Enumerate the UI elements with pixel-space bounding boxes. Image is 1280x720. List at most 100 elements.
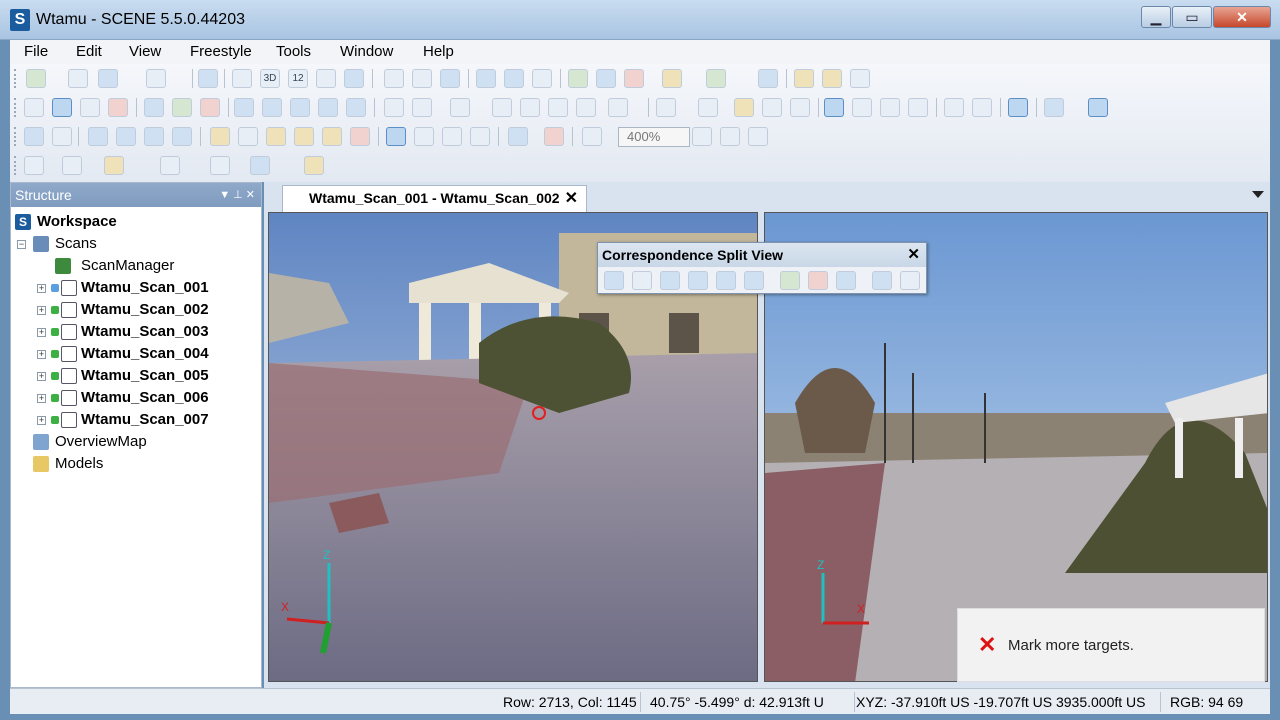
eraser-2-icon[interactable]: [544, 127, 564, 146]
menu-tools[interactable]: Tools: [276, 43, 311, 60]
eraser-icon[interactable]: [108, 98, 128, 117]
clipboard-icon[interactable]: [608, 98, 628, 117]
orbit-icon[interactable]: [412, 98, 432, 117]
selection-mode-intersect-icon[interactable]: [470, 127, 490, 146]
menu-file[interactable]: File: [24, 43, 48, 60]
chart-icon[interactable]: [304, 156, 324, 175]
select-view-icon[interactable]: [24, 127, 44, 146]
print-icon[interactable]: [146, 69, 166, 88]
earth-icon[interactable]: [52, 98, 72, 117]
expand-scan-toggle[interactable]: +: [37, 284, 46, 293]
move-icon[interactable]: [900, 271, 920, 290]
document-icon[interactable]: [698, 98, 718, 117]
page-export-icon[interactable]: [748, 127, 768, 146]
expand-scan-toggle[interactable]: +: [37, 372, 46, 381]
app-icon[interactable]: S: [10, 9, 30, 31]
cloud-upload-icon[interactable]: [596, 69, 616, 88]
export-image-icon[interactable]: [576, 98, 596, 117]
image-view-icon[interactable]: [344, 69, 364, 88]
help-icon[interactable]: [198, 69, 218, 88]
search-icon[interactable]: [412, 69, 432, 88]
select-points-icon[interactable]: [632, 271, 652, 290]
table-icon[interactable]: [944, 98, 964, 117]
pick-point-icon[interactable]: [744, 271, 764, 290]
zoom-out-icon[interactable]: [692, 127, 712, 146]
pick-sphere-icon[interactable]: [88, 127, 108, 146]
check-icon[interactable]: [836, 271, 856, 290]
toolbar-grip[interactable]: [14, 156, 17, 175]
cloud-arrow-icon[interactable]: [568, 69, 588, 88]
flags-icon[interactable]: [762, 98, 782, 117]
cube-side-icon[interactable]: [290, 98, 310, 117]
menu-freestyle[interactable]: Freestyle: [190, 43, 252, 60]
check-flags-icon[interactable]: [790, 98, 810, 117]
view-3d-icon[interactable]: 3D: [260, 69, 280, 88]
pick-plane-icon[interactable]: [688, 271, 708, 290]
expand-scan-toggle[interactable]: +: [37, 416, 46, 425]
cube-iso-icon[interactable]: [346, 98, 366, 117]
menu-view[interactable]: View: [129, 43, 161, 60]
path-icon[interactable]: [492, 98, 512, 117]
globe-icon[interactable]: [758, 69, 778, 88]
register-icon[interactable]: [706, 69, 726, 88]
dot-grid-4-icon[interactable]: [908, 98, 928, 117]
calendar-icon[interactable]: [476, 69, 496, 88]
home-icon[interactable]: [316, 69, 336, 88]
new-workspace-icon[interactable]: [26, 69, 46, 88]
panel-controls[interactable]: ▼ ⊥ ✕: [219, 183, 255, 207]
select-points-icon[interactable]: [52, 127, 72, 146]
table-empty-icon[interactable]: [972, 98, 992, 117]
process-green-icon[interactable]: [172, 98, 192, 117]
ellipse-select-icon[interactable]: [322, 127, 342, 146]
select-view-icon[interactable]: [604, 271, 624, 290]
expand-scan-toggle[interactable]: +: [37, 306, 46, 315]
save-icon[interactable]: [98, 69, 118, 88]
image-tool-icon[interactable]: [104, 156, 124, 175]
rectangle-select-icon[interactable]: [210, 127, 230, 146]
pipette-icon[interactable]: [850, 69, 870, 88]
camera-icon[interactable]: [450, 98, 470, 117]
grid-icon[interactable]: [656, 98, 676, 117]
scanner-icon[interactable]: [250, 156, 270, 175]
toolbar-grip[interactable]: [14, 127, 17, 146]
menu-help[interactable]: Help: [423, 43, 454, 60]
layers-icon[interactable]: [532, 69, 552, 88]
report-icon[interactable]: [504, 69, 524, 88]
dot-grid-icon[interactable]: [824, 98, 844, 117]
tab-split-view[interactable]: Wtamu_Scan_001 - Wtamu_Scan_002 ✕: [282, 185, 587, 212]
import-icon[interactable]: [440, 69, 460, 88]
dot-grid-3-icon[interactable]: [880, 98, 900, 117]
globe-icon[interactable]: [872, 271, 892, 290]
split-view-icon[interactable]: [1008, 98, 1028, 117]
collapse-scans-toggle[interactable]: −: [17, 240, 26, 249]
correspondence-toolbar-header[interactable]: Correspondence Split View ✕: [598, 243, 926, 267]
process-icon[interactable]: [144, 98, 164, 117]
paste-icon[interactable]: [160, 156, 180, 175]
expand-scan-toggle[interactable]: +: [37, 394, 46, 403]
screenshot-icon[interactable]: [548, 98, 568, 117]
selection-mode-subtract-icon[interactable]: [442, 127, 462, 146]
maximize-button[interactable]: ▭: [1172, 6, 1212, 28]
selection-mode-add-icon[interactable]: [414, 127, 434, 146]
close-tab-icon[interactable]: ✕: [565, 186, 578, 211]
page-icon[interactable]: [384, 69, 404, 88]
toolbar-grip[interactable]: [14, 69, 17, 88]
open-folder-icon[interactable]: [24, 98, 44, 117]
flag-icon[interactable]: [734, 98, 754, 117]
pick-checker-icon[interactable]: [144, 127, 164, 146]
pick-plane-icon[interactable]: [116, 127, 136, 146]
pick-sphere-icon[interactable]: [660, 271, 680, 290]
measure-icon[interactable]: [794, 69, 814, 88]
crosshair-icon[interactable]: [210, 156, 230, 175]
view-12-icon[interactable]: 12: [288, 69, 308, 88]
video-icon[interactable]: [520, 98, 540, 117]
selection-mode-new-icon[interactable]: [386, 127, 406, 146]
dot-grid-2-icon[interactable]: [852, 98, 872, 117]
clipping-box-icon[interactable]: [1088, 98, 1108, 117]
pick-checker-icon[interactable]: [716, 271, 736, 290]
fit-view-icon[interactable]: [582, 127, 602, 146]
zoom-in-icon[interactable]: [720, 127, 740, 146]
target-search-icon[interactable]: [662, 69, 682, 88]
expand-scan-toggle[interactable]: +: [37, 328, 46, 337]
box-icon[interactable]: [1044, 98, 1064, 117]
